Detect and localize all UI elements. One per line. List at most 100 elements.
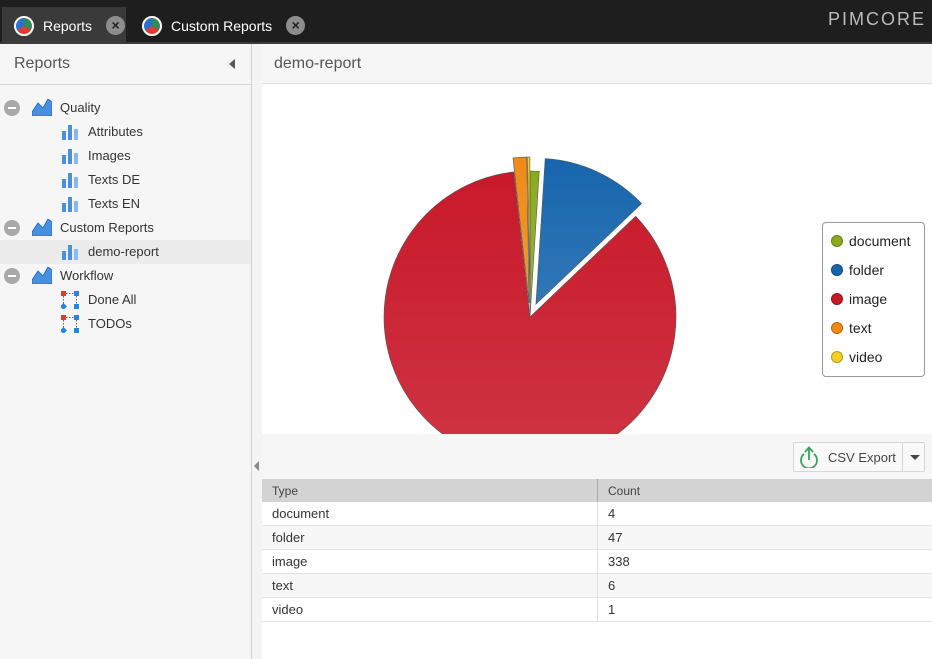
tree-node-label: Texts EN [88, 196, 141, 211]
table-row[interactable]: video 1 [262, 598, 932, 622]
legend-label: text [849, 320, 872, 336]
cell-count: 4 [608, 506, 616, 521]
cell-count: 47 [608, 530, 623, 545]
report-panel: demo-report document folder image text video… [262, 44, 932, 659]
workflow-icon [61, 315, 79, 333]
tree-node-label: Custom Reports [60, 220, 154, 235]
tree-node-label: TODOs [88, 316, 132, 331]
tab-custom-reports-label: Custom Reports [171, 17, 273, 34]
legend-item-text[interactable]: text [831, 318, 872, 338]
tree-node-label: Quality [60, 100, 101, 115]
legend-item-video[interactable]: video [831, 347, 882, 367]
bar-chart-icon [62, 245, 78, 260]
pie-chart-icon [142, 15, 162, 36]
tree-node-label: Workflow [60, 268, 114, 283]
legend-item-document[interactable]: document [831, 231, 910, 251]
top-tab-bar: Reports × Custom Reports × PIMCORE [0, 0, 932, 44]
chart-legend: document folder image text video [822, 222, 925, 377]
csv-export-label: CSV Export [828, 449, 896, 465]
legend-label: image [849, 291, 888, 307]
grid-header: Type Count [262, 479, 932, 502]
tree-node-todos[interactable]: TODOs [0, 312, 251, 336]
cell-type: text [272, 578, 293, 593]
tree-node-label: Attributes [88, 124, 143, 139]
tab-reports-label: Reports [43, 17, 93, 34]
report-header: demo-report [262, 44, 932, 84]
column-header-type[interactable]: Type [272, 484, 298, 498]
legend-marker [831, 264, 843, 276]
report-grid: Type Count document 4 folder 47 image 33… [262, 479, 932, 622]
close-icon[interactable]: × [106, 16, 126, 35]
export-icon [800, 446, 818, 468]
csv-export-button[interactable]: CSV Export [793, 442, 925, 472]
reports-panel-header: Reports [0, 44, 251, 85]
table-row[interactable]: document 4 [262, 502, 932, 526]
legend-marker [831, 351, 843, 363]
reports-tree-panel: Reports Quality Attributes Images Texts … [0, 44, 252, 659]
tab-custom-reports[interactable]: Custom Reports × [130, 7, 310, 44]
report-toolbar: CSV Export [262, 434, 932, 479]
collapse-panel-icon[interactable] [229, 59, 235, 69]
pie-chart-icon [14, 15, 34, 36]
legend-label: document [849, 233, 911, 249]
cell-type: folder [272, 530, 305, 545]
panel-title: Reports [14, 55, 71, 72]
table-row[interactable]: image 338 [262, 550, 932, 574]
legend-marker [831, 235, 843, 247]
column-divider [597, 502, 598, 526]
close-icon[interactable]: × [286, 16, 306, 35]
cell-count: 1 [608, 602, 616, 617]
legend-marker [831, 322, 843, 334]
collapse-node-icon[interactable] [4, 100, 20, 116]
column-divider[interactable] [597, 479, 598, 502]
tree-node-quality[interactable]: Quality [0, 96, 251, 120]
tree-node-label: Images [88, 148, 131, 163]
cell-type: image [272, 554, 308, 569]
legend-label: video [849, 349, 883, 365]
tree-node-done-all[interactable]: Done All [0, 288, 251, 312]
table-row[interactable]: text 6 [262, 574, 932, 598]
report-title: demo-report [274, 55, 362, 72]
tree-node-label: Done All [88, 292, 137, 307]
bar-chart-icon [62, 173, 78, 188]
cell-type: document [272, 506, 330, 521]
column-divider [597, 550, 598, 574]
panel-splitter[interactable] [252, 44, 262, 659]
tree-node-texts-en[interactable]: Texts EN [0, 192, 251, 216]
tree-node-texts-de[interactable]: Texts DE [0, 168, 251, 192]
tree-node-images[interactable]: Images [0, 144, 251, 168]
tree-node-custom-reports[interactable]: Custom Reports [0, 216, 251, 240]
area-chart-icon [32, 219, 52, 236]
tree-node-label: Texts DE [88, 172, 141, 187]
pimcore-logo: PIMCORE [827, 9, 926, 29]
legend-label: folder [849, 262, 885, 278]
column-divider [597, 526, 598, 550]
column-divider [597, 598, 598, 622]
tree-node-demo-report[interactable]: demo-report [0, 240, 251, 264]
tab-reports[interactable]: Reports × [2, 7, 126, 44]
column-divider [597, 574, 598, 598]
collapse-node-icon[interactable] [4, 268, 20, 284]
pie-chart-area: document folder image text video [262, 84, 932, 464]
collapse-left-panel-icon[interactable] [254, 461, 259, 471]
column-header-count[interactable]: Count [608, 484, 640, 498]
legend-marker [831, 293, 843, 305]
collapse-node-icon[interactable] [4, 220, 20, 236]
bar-chart-icon [62, 149, 78, 164]
cell-count: 6 [608, 578, 616, 593]
legend-item-folder[interactable]: folder [831, 260, 884, 280]
button-separator [902, 443, 903, 471]
area-chart-icon [32, 99, 52, 116]
cell-type: video [272, 602, 304, 617]
legend-item-image[interactable]: image [831, 289, 887, 309]
workflow-icon [61, 291, 79, 309]
reports-tree: Quality Attributes Images Texts DE Texts… [0, 96, 251, 336]
area-chart-icon [32, 267, 52, 284]
bar-chart-icon [62, 125, 78, 140]
bar-chart-icon [62, 197, 78, 212]
tree-node-attributes[interactable]: Attributes [0, 120, 251, 144]
table-row[interactable]: folder 47 [262, 526, 932, 550]
chevron-down-icon[interactable] [910, 455, 920, 460]
tree-node-label: demo-report [88, 244, 159, 259]
tree-node-workflow[interactable]: Workflow [0, 264, 251, 288]
